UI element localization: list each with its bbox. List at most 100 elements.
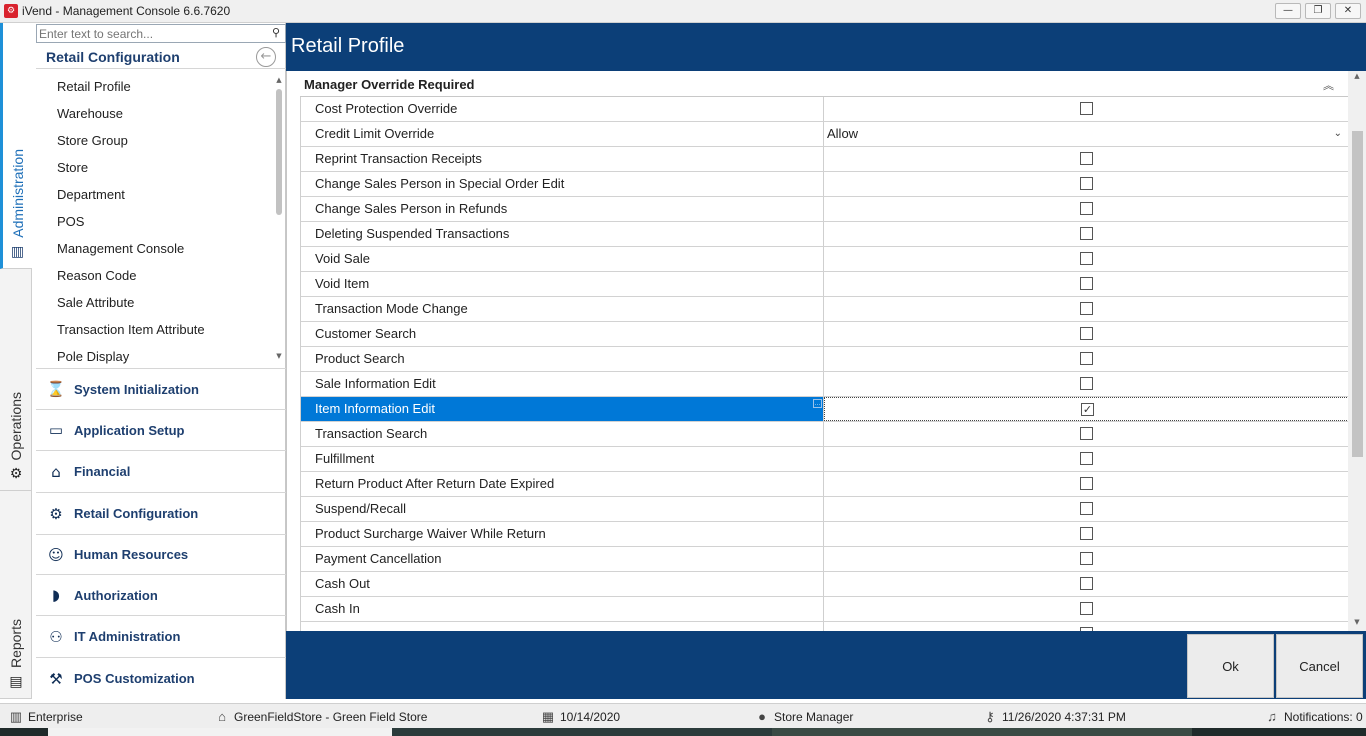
back-arrow-icon[interactable]: ← (256, 47, 276, 67)
grid-row[interactable]: Transaction Mode Change (301, 297, 1348, 322)
footer-bar: Ok Cancel (286, 631, 1366, 699)
group-header[interactable]: Manager Override Required ︽ (300, 73, 1348, 97)
sub-item-store-group[interactable]: Store Group (36, 127, 286, 154)
grid-row[interactable]: Void Item (301, 272, 1348, 297)
grid-row[interactable]: Item Information Edit… ✓ (301, 397, 1348, 422)
checkbox[interactable] (1080, 202, 1093, 215)
tab-administration[interactable]: Administration ▥ (0, 23, 32, 269)
module-human-resources[interactable]: ☺ Human Resources (36, 534, 286, 574)
minimize-button[interactable]: — (1275, 3, 1301, 19)
grid-row[interactable]: Fulfillment (301, 447, 1348, 472)
sub-item-reason-code[interactable]: Reason Code (36, 262, 286, 289)
checkbox[interactable] (1080, 227, 1093, 240)
module-application-setup[interactable]: ▭ Application Setup (36, 409, 286, 450)
sub-item-management-console[interactable]: Management Console (36, 235, 286, 262)
nav-scroll-thumb[interactable] (276, 89, 282, 215)
search-input[interactable] (37, 25, 267, 42)
grid-scrollbar[interactable]: ▲ ▼ (1348, 71, 1366, 631)
checkbox[interactable] (1080, 552, 1093, 565)
checkbox[interactable] (1080, 602, 1093, 615)
checkbox[interactable] (1080, 177, 1093, 190)
property-name: Item Information Edit (301, 397, 824, 421)
grid-row[interactable]: Return Product After Return Date Expired (301, 472, 1348, 497)
user-icon: ● (758, 708, 766, 724)
property-name: Sale Information Edit (301, 372, 824, 396)
checkbox[interactable] (1080, 452, 1093, 465)
it-admin-icon: ⚇ (49, 627, 63, 646)
scroll-down-icon[interactable]: ▼ (274, 351, 284, 361)
sub-item-store[interactable]: Store (36, 154, 286, 181)
grid-row[interactable]: Payment Cancellation (301, 547, 1348, 572)
grid-row[interactable]: Change Sales Person in Refunds (301, 197, 1348, 222)
grid-row[interactable]: Reprint Transaction Receipts (301, 147, 1348, 172)
grid-row[interactable]: Void Sale (301, 247, 1348, 272)
checkbox[interactable] (1080, 152, 1093, 165)
grid-row[interactable]: Suspend/Recall (301, 497, 1348, 522)
edit-ellipsis-icon[interactable]: … (813, 399, 822, 408)
checkbox[interactable] (1080, 352, 1093, 365)
key-icon: ⚷ (985, 708, 995, 724)
sub-item-warehouse[interactable]: Warehouse (36, 100, 286, 127)
ok-button[interactable]: Ok (1187, 634, 1274, 698)
collapse-up-icon[interactable]: ︽ (1323, 77, 1334, 93)
module-pos-customization[interactable]: ⚒ POS Customization (36, 657, 286, 699)
checkbox[interactable] (1080, 377, 1093, 390)
nav-scrollbar[interactable]: ▲ ▼ (274, 75, 284, 361)
checkbox[interactable] (1080, 252, 1093, 265)
grid-row[interactable]: Sale Information Edit (301, 372, 1348, 397)
sub-item-pos[interactable]: POS (36, 208, 286, 235)
status-bar: ▥ Enterprise ⌂ GreenFieldStore - Green F… (0, 703, 1366, 728)
property-value-cell (824, 247, 1348, 271)
scroll-up-icon[interactable]: ▲ (274, 75, 284, 85)
scroll-up-icon[interactable]: ▲ (1352, 71, 1362, 81)
chevron-down-icon[interactable]: ⌄ (1334, 122, 1342, 146)
grid-row[interactable]: Cost Protection Override (301, 97, 1348, 122)
sub-item-pole-display[interactable]: Pole Display (36, 343, 286, 365)
tab-reports[interactable]: Reports ▤ (0, 491, 32, 699)
search-icon[interactable]: ⚲ (269, 26, 283, 40)
checkbox[interactable]: ✓ (1081, 403, 1094, 416)
close-button[interactable]: ✕ (1335, 3, 1361, 19)
checkbox[interactable] (1080, 477, 1093, 490)
checkbox[interactable] (1080, 277, 1093, 290)
checkbox[interactable] (1080, 427, 1093, 440)
tab-operations[interactable]: Operations ⚙ (0, 269, 32, 491)
grid-row[interactable]: Cash Out (301, 572, 1348, 597)
grid-row[interactable]: Deleting Suspended Transactions (301, 222, 1348, 247)
scroll-down-icon[interactable]: ▼ (1352, 617, 1362, 627)
grid-row[interactable]: Cash In (301, 597, 1348, 622)
grid-row[interactable]: Product Search (301, 347, 1348, 372)
sub-item-sale-attribute[interactable]: Sale Attribute (36, 289, 286, 316)
checkbox[interactable] (1080, 527, 1093, 540)
checkbox[interactable] (1080, 302, 1093, 315)
taskbar-segment (48, 728, 392, 736)
sub-item-transaction-item-attribute[interactable]: Transaction Item Attribute (36, 316, 286, 343)
grid-row[interactable]: Product Surcharge Waiver While Return (301, 522, 1348, 547)
grid-row[interactable] (301, 622, 1348, 631)
restore-button[interactable]: ❐ (1305, 3, 1331, 19)
checkbox[interactable] (1080, 102, 1093, 115)
property-value-cell (824, 172, 1348, 196)
grid-scroll-thumb[interactable] (1352, 131, 1363, 457)
sub-item-retail-profile[interactable]: Retail Profile (36, 73, 286, 100)
module-authorization[interactable]: ◗ Authorization (36, 574, 286, 615)
status-notifications[interactable]: ♫ Notifications: 0 (1264, 704, 1363, 729)
checkbox[interactable] (1080, 502, 1093, 515)
module-financial[interactable]: ⌂ Financial (36, 450, 286, 492)
checkbox[interactable] (1080, 577, 1093, 590)
property-name: Deleting Suspended Transactions (301, 222, 824, 246)
grid-row[interactable]: Change Sales Person in Special Order Edi… (301, 172, 1348, 197)
module-label: Financial (74, 464, 131, 479)
checkbox[interactable] (1080, 327, 1093, 340)
tab-reports-label: Reports (8, 618, 24, 668)
sub-item-department[interactable]: Department (36, 181, 286, 208)
grid-row[interactable]: Credit Limit Override Allow ⌄ (301, 122, 1348, 147)
module-retail-configuration[interactable]: ⚙ Retail Configuration (36, 492, 286, 534)
grid-row[interactable]: Customer Search (301, 322, 1348, 347)
property-grid-area: Manager Override Required ︽ Cost Protect… (286, 71, 1366, 631)
module-it-administration[interactable]: ⚇ IT Administration (36, 615, 286, 657)
property-dropdown[interactable]: Allow ⌄ (824, 122, 1348, 146)
grid-row[interactable]: Transaction Search (301, 422, 1348, 447)
module-system-initialization[interactable]: ⌛ System Initialization (36, 368, 286, 409)
cancel-button[interactable]: Cancel (1276, 634, 1363, 698)
